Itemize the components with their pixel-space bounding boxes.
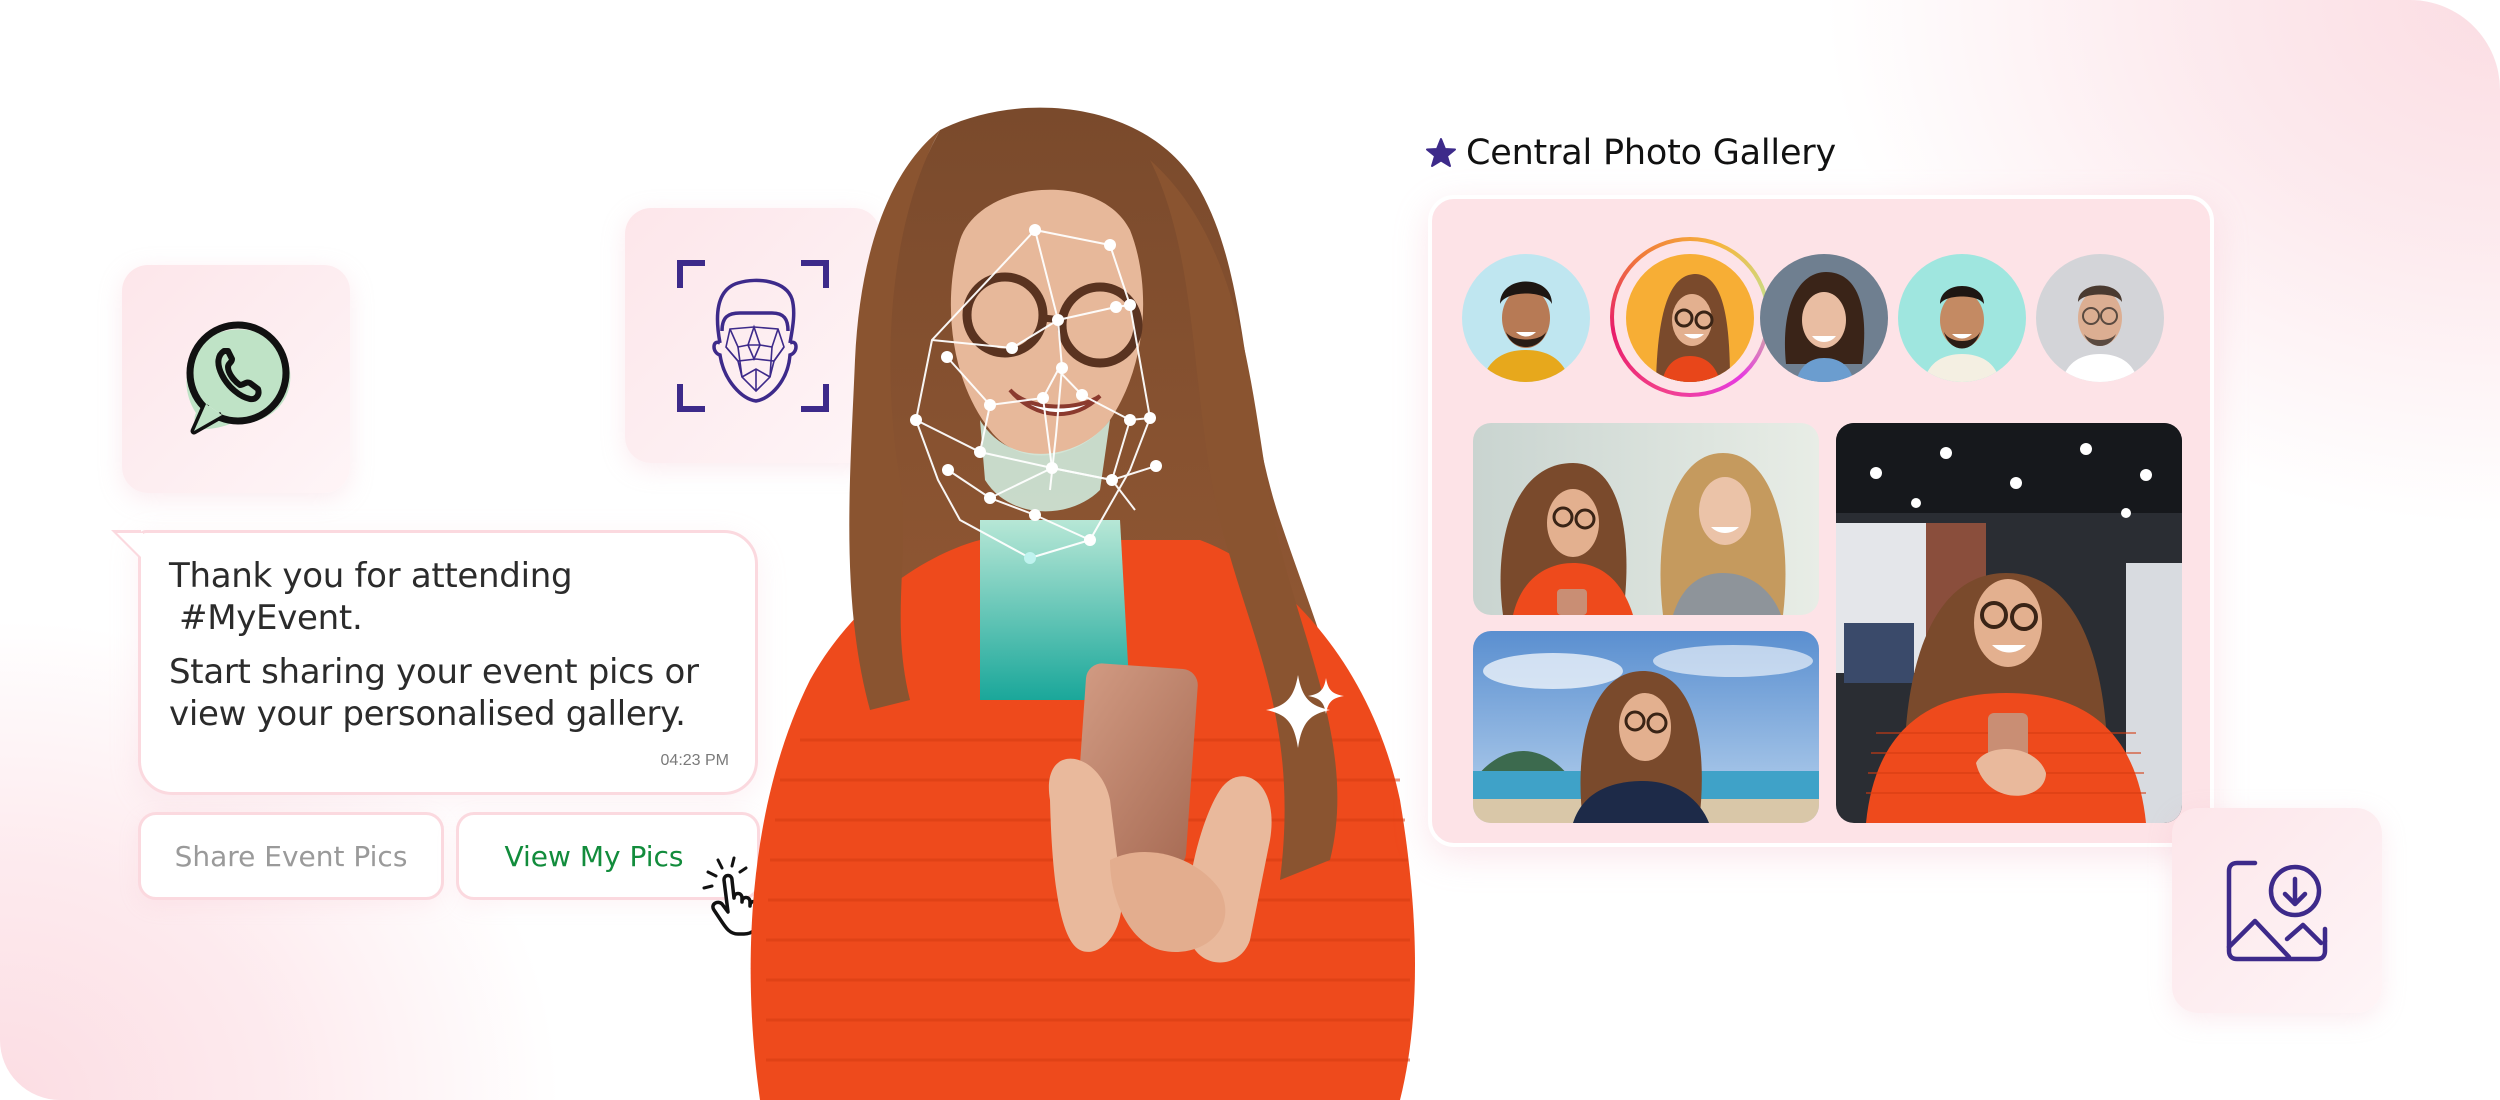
chat-message-bubble: Thank you for attending #MyEvent. Start … [111,530,758,795]
share-event-pics-button[interactable]: Share Event Pics [138,812,444,900]
chat-hashtag: #MyEvent. [179,598,363,638]
hero-background: Thank you for attending #MyEvent. Start … [0,0,2500,1100]
avatar-person-2[interactable] [1626,254,1754,382]
whatsapp-icon [186,321,291,435]
gallery-photo-beach[interactable] [1473,631,1819,823]
chat-message-line-2: Start sharing your event pics or view yo… [169,652,699,734]
hero-woman-photo [750,107,1415,1100]
image-download-tile [2172,808,2382,1013]
star-icon [1426,138,1456,167]
gallery-header: Central Photo Gallery [1424,128,1836,178]
gallery-photo-expo[interactable] [1836,423,2182,823]
chat-message-line-1: Thank you for attending [169,556,573,596]
image-download-icon [2226,860,2328,961]
gallery-photo-friends[interactable] [1473,423,1819,615]
avatar-person-5[interactable] [2036,254,2164,382]
central-photo-gallery [1428,195,2214,847]
gallery-title: Central Photo Gallery [1466,133,1836,173]
whatsapp-tile [122,265,350,493]
avatar-person-1[interactable] [1462,254,1590,382]
avatar-person-3[interactable] [1760,254,1888,382]
avatar-person-4[interactable] [1898,254,2026,382]
